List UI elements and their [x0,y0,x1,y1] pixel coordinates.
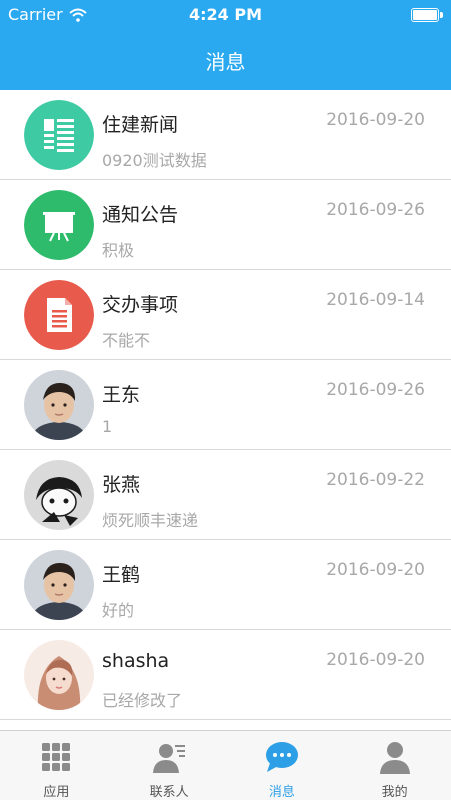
document-icon [24,280,94,350]
message-date: 2016-09-22 [326,470,425,490]
user-avatar [24,550,94,620]
message-preview: 已经修改了 [102,691,183,710]
status-bar: Carrier 4:24 PM [0,0,451,30]
message-preview: 烦死顺丰速递 [102,511,199,530]
tab-apps[interactable]: 应用 [0,731,113,800]
sender-name: 张燕 [102,474,141,496]
presentation-board-icon [24,190,94,260]
message-date: 2016-09-20 [326,560,425,580]
user-avatar [24,640,94,710]
message-row-notice[interactable]: 通知公告 2016-09-26 积极 [0,180,451,270]
sender-name: 交办事项 [102,294,179,316]
sender-name: 住建新闻 [102,114,179,136]
tab-profile[interactable]: 我的 [338,731,451,800]
person-icon [379,742,410,774]
sender-name: 王鹤 [102,564,141,586]
grid-icon [42,743,71,771]
message-date: 2016-09-26 [326,200,425,220]
battery-icon [411,8,443,22]
message-row-news[interactable]: 住建新闻 2016-09-20 0920测试数据 [0,90,451,180]
user-avatar [24,460,94,530]
news-icon [24,100,94,170]
tab-contacts[interactable]: 联系人 [113,731,226,800]
message-row-contact[interactable]: shasha 2016-09-20 已经修改了 [0,630,451,720]
chat-bubble-icon [265,742,298,772]
tab-label: 应用 [43,785,70,800]
contacts-icon [153,744,186,773]
sender-name: 通知公告 [102,204,179,226]
message-preview: 0920测试数据 [102,151,207,170]
message-preview: 积极 [102,241,135,260]
sender-name: shasha [102,650,170,672]
message-date: 2016-09-20 [326,110,425,130]
message-date: 2016-09-26 [326,380,425,400]
message-list: 住建新闻 2016-09-20 0920测试数据 通知公告 2016-09-26… [0,90,451,720]
message-row-contact[interactable]: 张燕 2016-09-22 烦死顺丰速递 [0,450,451,540]
page-title: 消息 [205,50,246,74]
message-preview: 好的 [102,601,135,620]
tab-label: 联系人 [149,785,189,800]
tab-label: 消息 [268,785,295,800]
message-row-contact[interactable]: 王东 2016-09-26 1 [0,360,451,450]
user-avatar [24,370,94,440]
nav-bar: 消息 [0,30,451,90]
tab-messages[interactable]: 消息 [226,731,339,800]
message-row-contact[interactable]: 王鹤 2016-09-20 好的 [0,540,451,630]
message-preview: 不能不 [102,331,151,350]
tab-bar: 应用 联系人 消息 我的 [0,730,451,800]
message-row-tasks[interactable]: 交办事项 2016-09-14 不能不 [0,270,451,360]
sender-name: 王东 [102,384,141,406]
message-preview: 1 [102,417,113,436]
message-date: 2016-09-20 [326,650,425,670]
status-time: 4:24 PM [188,5,262,24]
tab-label: 我的 [381,785,408,800]
message-date: 2016-09-14 [326,290,425,310]
